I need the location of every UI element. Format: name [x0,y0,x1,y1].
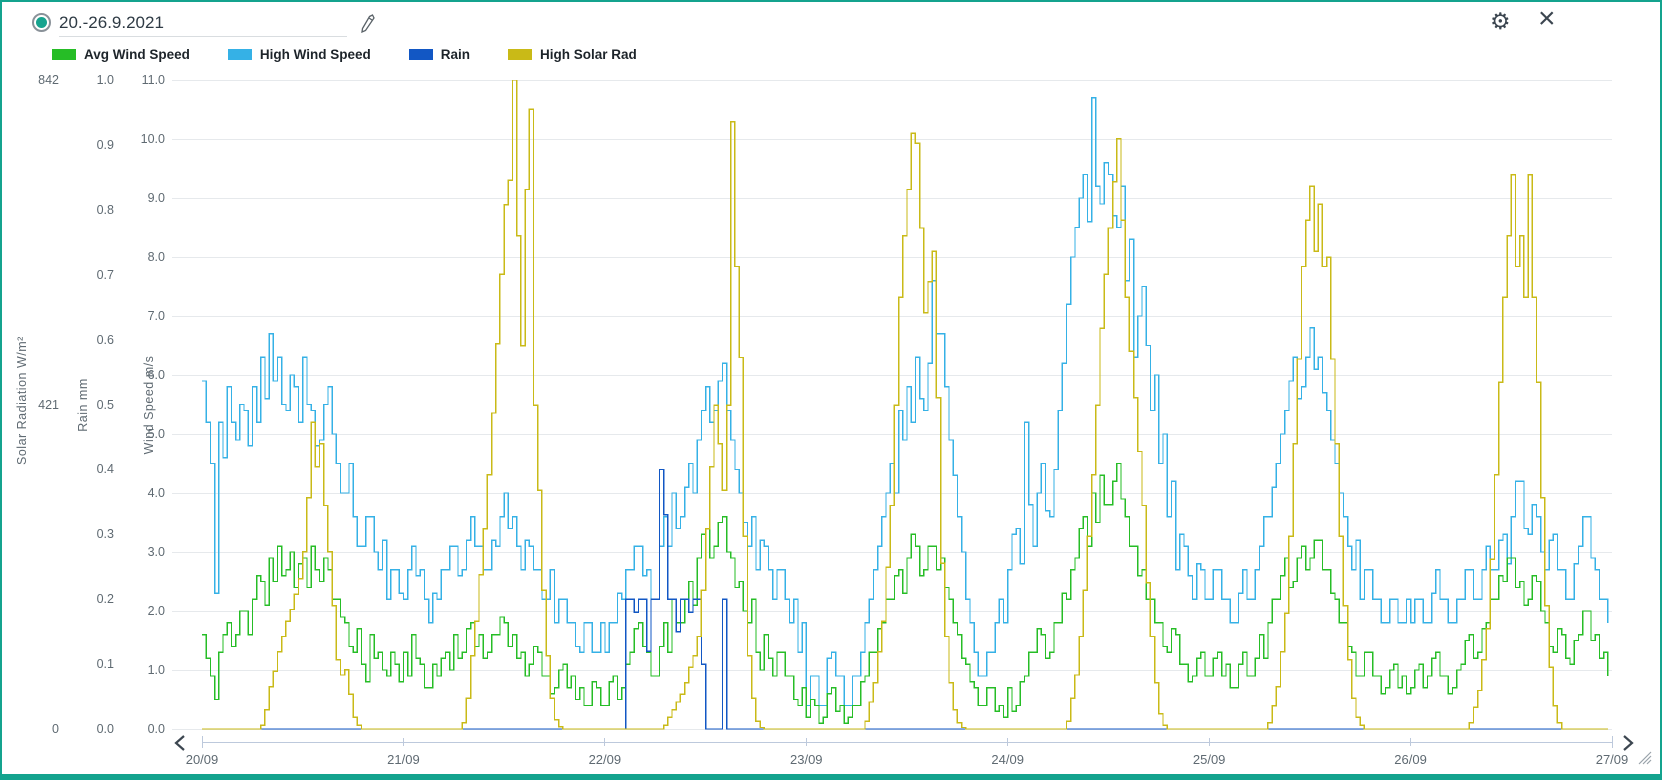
legend-swatch [228,49,252,60]
wind-tick-label: 9.0 [120,191,165,205]
date-range-input[interactable] [59,10,347,37]
wind-tick-label: 1.0 [120,663,165,677]
x-axis-date-label: 24/09 [991,752,1024,767]
legend-label: High Solar Rad [540,47,637,62]
solar-tick-label: 421 [14,398,59,412]
wind-tick-label: 8.0 [120,250,165,264]
rain-tick-label: 1.0 [72,73,114,87]
wind-tick-label: 3.0 [120,545,165,559]
wind-tick-label: 2.0 [120,604,165,618]
legend-item[interactable]: Avg Wind Speed [52,47,190,62]
close-icon[interactable]: × [1538,4,1556,34]
rain-tick-label: 0.7 [72,268,114,282]
scrollbar-track[interactable] [202,742,1612,743]
x-axis-date-label: 22/09 [589,752,622,767]
wind-tick-label: 6.0 [120,368,165,382]
rain-tick-label: 0.8 [72,203,114,217]
series-avg-wind-speed [202,464,1608,724]
legend: Avg Wind Speed High Wind Speed Rain High So… [52,47,637,62]
x-axis-date-label: 21/09 [387,752,420,767]
x-axis-date-label: 25/09 [1193,752,1226,767]
wind-axis-title: Wind Speed m/s [142,345,156,465]
legend-item[interactable]: Rain [409,47,470,62]
wind-tick-label: 0.0 [120,722,165,736]
rain-tick-label: 0.2 [72,592,114,606]
resize-handle[interactable] [1638,751,1652,770]
rain-tick-label: 0.0 [72,722,114,736]
x-axis-date-label: 26/09 [1394,752,1427,767]
solar-tick-label: 842 [14,73,59,87]
legend-swatch [409,49,433,60]
rain-tick-label: 0.1 [72,657,114,671]
chevron-right-icon[interactable] [1622,735,1634,756]
legend-label: Rain [441,47,470,62]
rain-tick-label: 0.4 [72,462,114,476]
rain-tick-label: 0.6 [72,333,114,347]
weather-chart-widget: ⚙ × Avg Wind Speed High Wind Speed Rain Hig… [0,0,1662,780]
legend-swatch [52,49,76,60]
wind-tick-label: 10.0 [120,132,165,146]
legend-label: High Wind Speed [260,47,371,62]
x-axis-date-label: 23/09 [790,752,823,767]
legend-swatch [508,49,532,60]
solar-tick-label: 0 [14,722,59,736]
wind-tick-label: 5.0 [120,427,165,441]
rain-tick-label: 0.3 [72,527,114,541]
series-high-wind-speed [202,98,1608,706]
settings-gear-icon[interactable]: ⚙ [1490,10,1511,33]
wind-tick-label: 4.0 [120,486,165,500]
edit-pencil-icon[interactable] [359,14,376,38]
legend-item[interactable]: High Solar Rad [508,47,637,62]
chart-plot-area[interactable] [202,80,1614,730]
legend-label: Avg Wind Speed [84,47,190,62]
radio-dot [36,17,47,28]
bottom-accent-bar [2,774,1660,780]
radio-indicator-icon[interactable] [32,13,51,32]
rain-tick-label: 0.9 [72,138,114,152]
series-high-solar-rad [202,80,1608,729]
rain-tick-label: 0.5 [72,398,114,412]
wind-tick-label: 11.0 [120,73,165,87]
chevron-left-icon[interactable] [174,735,186,756]
x-axis-date-label: 20/09 [186,752,219,767]
legend-item[interactable]: High Wind Speed [228,47,371,62]
wind-tick-label: 7.0 [120,309,165,323]
